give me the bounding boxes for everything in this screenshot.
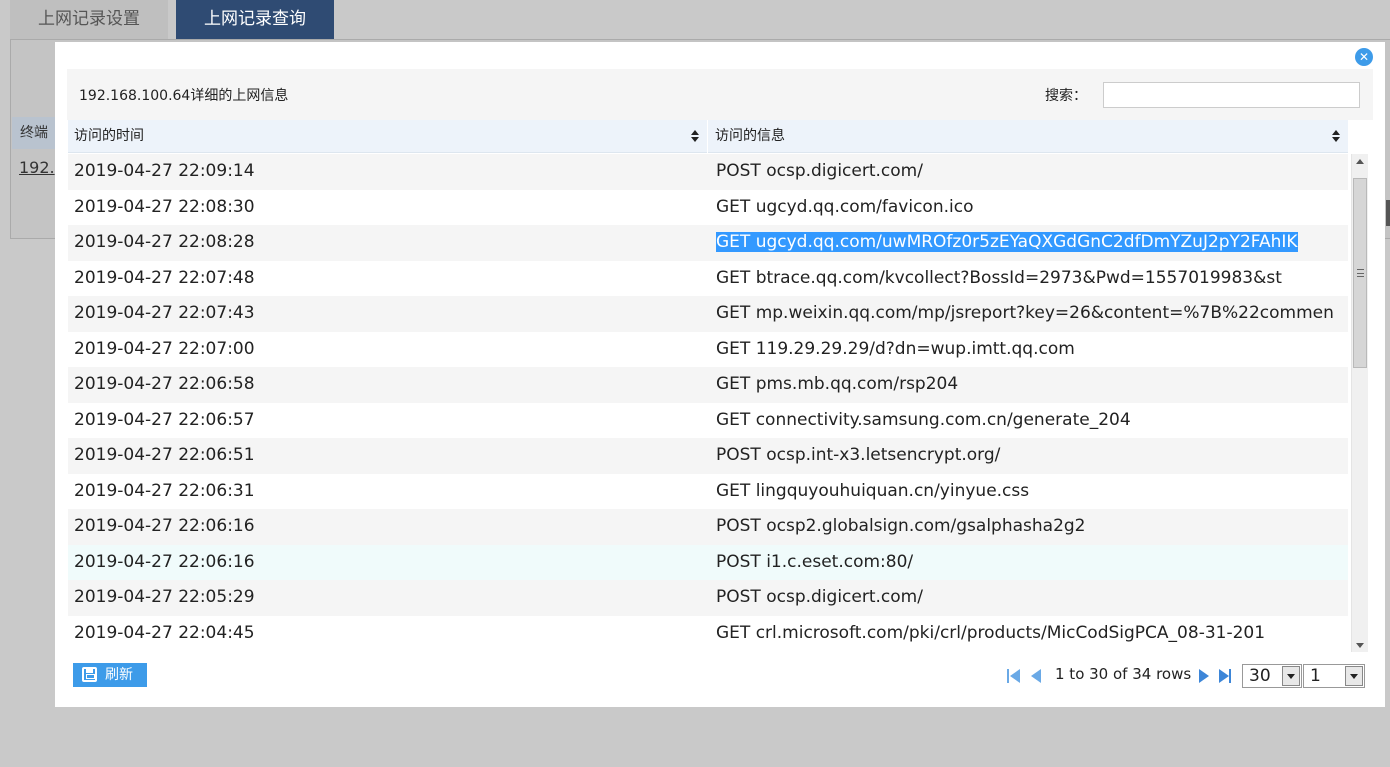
prev-page-icon[interactable] — [1029, 667, 1043, 683]
row-time: 2019-04-27 22:06:31 — [74, 480, 255, 501]
next-page-icon[interactable] — [1197, 667, 1211, 683]
row-time: 2019-04-27 22:07:00 — [74, 338, 255, 359]
page-number-select[interactable]: 1 — [1303, 664, 1365, 688]
search-input[interactable] — [1103, 82, 1360, 108]
terminal-ip-link[interactable]: 192. — [19, 158, 55, 177]
table-body: 2019-04-27 22:09:14 POST ocsp.digicert.c… — [68, 154, 1348, 652]
row-info: GET mp.weixin.qq.com/mp/jsreport?key=26&… — [716, 303, 1334, 323]
info-bar: 192.168.100.64详细的上网信息 搜索： — [67, 69, 1373, 120]
last-page-icon[interactable] — [1219, 667, 1233, 683]
scroll-up-icon[interactable] — [1356, 159, 1364, 164]
column-header-time-label: 访问的时间 — [74, 128, 144, 144]
detail-modal: ✕ 192.168.100.64详细的上网信息 搜索： 访问的时间 访问的信息 … — [55, 42, 1385, 707]
row-time: 2019-04-27 22:09:14 — [74, 161, 255, 181]
row-info: POST ocsp.digicert.com/ — [716, 161, 923, 181]
pagination-bar: 刷新 1 to 30 of 34 rows 30 1 — [67, 657, 1373, 697]
chevron-down-icon[interactable] — [1345, 666, 1363, 686]
row-time: 2019-04-27 22:04:45 — [74, 622, 255, 643]
chevron-down-icon[interactable] — [1282, 666, 1300, 686]
row-info: GET lingquyouhuiquan.cn/yinyue.css — [716, 480, 1030, 501]
close-icon[interactable]: ✕ — [1355, 48, 1373, 66]
page-info: 1 to 30 of 34 rows — [1055, 665, 1192, 683]
row-info: POST i1.c.eset.com:80/ — [716, 551, 914, 572]
selected-text: GET ugcyd.qq.com/uwMROfz0r5zEYaQXGdGnC2d… — [716, 232, 1298, 252]
page-size-select[interactable]: 30 — [1242, 664, 1302, 688]
row-info: GET ugcyd.qq.com/uwMROfz0r5zEYaQXGdGnC2d… — [716, 225, 1344, 261]
modal-title: 192.168.100.64详细的上网信息 — [79, 88, 289, 104]
row-info: POST ocsp2.globalsign.com/gsalphasha2g2 — [716, 516, 1086, 536]
row-info: POST ocsp.int-x3.letsencrypt.org/ — [716, 445, 1001, 465]
table-row[interactable]: 2019-04-27 22:06:57 GET connectivity.sam… — [68, 402, 1348, 438]
row-time: 2019-04-27 22:07:43 — [74, 303, 255, 323]
table-row[interactable]: 2019-04-27 22:08:28 GET ugcyd.qq.com/uwM… — [68, 225, 1348, 261]
table-row[interactable]: 2019-04-27 22:07:43 GET mp.weixin.qq.com… — [68, 296, 1348, 332]
row-time: 2019-04-27 22:05:29 — [74, 587, 255, 607]
terminal-column-header: 终端 — [12, 117, 56, 149]
row-info: GET ugcyd.qq.com/favicon.ico — [716, 196, 974, 217]
scrollbar-thumb[interactable] — [1353, 178, 1367, 368]
table-row[interactable]: 2019-04-27 22:06:16 POST i1.c.eset.com:8… — [68, 544, 1348, 580]
row-time: 2019-04-27 22:06:16 — [74, 551, 255, 572]
row-time: 2019-04-27 22:08:30 — [74, 196, 255, 217]
table-row[interactable]: 2019-04-27 22:08:30 GET ugcyd.qq.com/fav… — [68, 189, 1348, 225]
sort-icon[interactable] — [691, 130, 699, 143]
row-info: GET btrace.qq.com/kvcollect?BossId=2973&… — [716, 267, 1282, 288]
table-row[interactable]: 2019-04-27 22:06:31 GET lingquyouhuiquan… — [68, 473, 1348, 509]
column-header-info-label: 访问的信息 — [715, 128, 785, 144]
table-row[interactable]: 2019-04-27 22:05:29 POST ocsp.digicert.c… — [68, 580, 1348, 616]
row-time: 2019-04-27 22:08:28 — [74, 232, 255, 252]
table-row[interactable]: 2019-04-27 22:09:14 POST ocsp.digicert.c… — [68, 154, 1348, 190]
column-header-info[interactable]: 访问的信息 — [709, 120, 1348, 153]
table-row[interactable]: 2019-04-27 22:07:00 GET 119.29.29.29/d?d… — [68, 331, 1348, 367]
row-time: 2019-04-27 22:06:16 — [74, 516, 255, 536]
page-number-value: 1 — [1310, 666, 1321, 686]
table-row[interactable]: 2019-04-27 22:06:58 GET pms.mb.qq.com/rs… — [68, 367, 1348, 403]
table-row[interactable]: 2019-04-27 22:06:16 POST ocsp2.globalsig… — [68, 509, 1348, 545]
row-time: 2019-04-27 22:06:57 — [74, 409, 255, 430]
table-header: 访问的时间 访问的信息 — [68, 120, 1348, 153]
background-edge — [1386, 200, 1390, 226]
table-row[interactable]: 2019-04-27 22:07:48 GET btrace.qq.com/kv… — [68, 260, 1348, 296]
table-row[interactable]: 2019-04-27 22:04:45 GET crl.microsoft.co… — [68, 615, 1348, 651]
grip-icon — [1357, 269, 1364, 277]
row-time: 2019-04-27 22:06:51 — [74, 445, 255, 465]
search-label: 搜索： — [1045, 88, 1087, 104]
first-page-icon[interactable] — [1007, 667, 1021, 683]
refresh-label: 刷新 — [105, 667, 133, 683]
sort-icon[interactable] — [1332, 130, 1340, 143]
row-info: GET pms.mb.qq.com/rsp204 — [716, 374, 959, 394]
table-row[interactable]: 2019-04-27 22:06:51 POST ocsp.int-x3.let… — [68, 438, 1348, 474]
row-info: GET crl.microsoft.com/pki/crl/products/M… — [716, 622, 1266, 643]
row-info: GET 119.29.29.29/d?dn=wup.imtt.qq.com — [716, 338, 1075, 359]
column-header-time[interactable]: 访问的时间 — [68, 120, 708, 153]
save-icon — [82, 667, 97, 682]
row-info: POST ocsp.digicert.com/ — [716, 587, 923, 607]
scroll-down-icon[interactable] — [1356, 643, 1364, 648]
tab-bar: 上网记录设置 上网记录查询 — [10, 0, 342, 39]
tab-record-query[interactable]: 上网记录查询 — [176, 0, 334, 39]
page-size-value: 30 — [1249, 666, 1271, 686]
row-time: 2019-04-27 22:06:58 — [74, 374, 255, 394]
row-info: GET connectivity.samsung.com.cn/generate… — [716, 409, 1131, 430]
refresh-button[interactable]: 刷新 — [73, 663, 147, 687]
tab-record-settings[interactable]: 上网记录设置 — [10, 0, 168, 39]
row-time: 2019-04-27 22:07:48 — [74, 267, 255, 288]
table-scrollbar[interactable] — [1351, 154, 1368, 652]
